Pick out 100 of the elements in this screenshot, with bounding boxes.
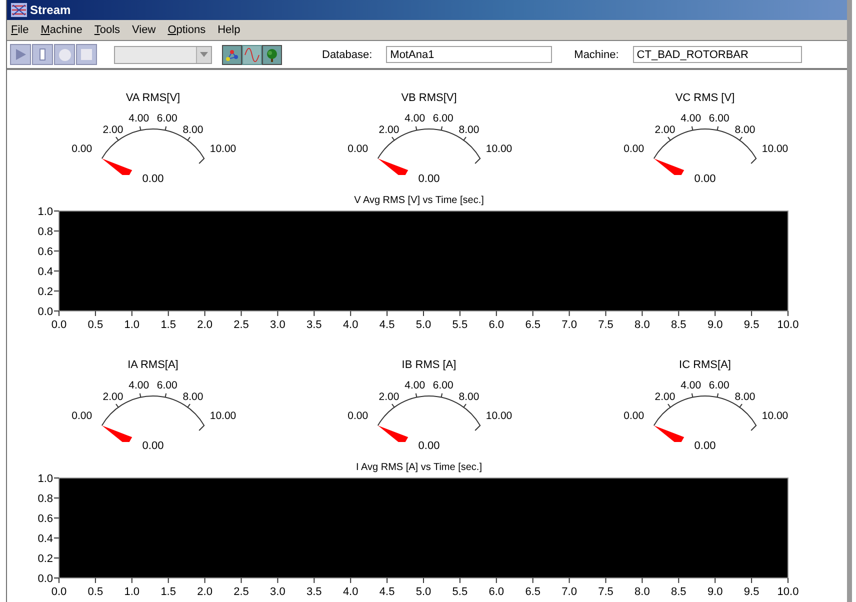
axis-tick-label: 1.0 <box>38 473 53 485</box>
database-field[interactable]: MotAna1 <box>386 46 552 63</box>
gauge-tick-label: 0.00 <box>348 410 368 422</box>
gauge-tick-label: 6.00 <box>708 112 730 124</box>
axis-tick-label: 0.4 <box>38 533 53 545</box>
gauge-title: VA RMS[V] <box>126 92 180 104</box>
chart-title: V Avg RMS [V] vs Time [sec.] <box>354 195 484 206</box>
toolbar-button[interactable] <box>10 44 31 65</box>
axis-tick-label: 0.6 <box>38 246 53 258</box>
gauge-tick-label: 10.00 <box>210 143 236 155</box>
gauge-tick-label: 4.00 <box>404 112 426 124</box>
app-icon <box>11 3 27 17</box>
menu-item[interactable]: Tools <box>94 24 120 36</box>
gauge-needle <box>654 158 684 175</box>
view-button[interactable] <box>242 44 262 64</box>
gauge-tick-label: 2.00 <box>378 390 400 403</box>
tree-icon <box>265 48 279 62</box>
gauge-tick-label: 2.00 <box>654 390 676 403</box>
gauge-needle <box>378 158 408 175</box>
axis-tick-label: 8.5 <box>671 586 686 598</box>
window-title: Stream <box>30 3 71 17</box>
gauge-needle <box>378 426 408 442</box>
axis-tick-label: 4.0 <box>342 319 358 331</box>
axis-tick-label: 10.0 <box>777 586 799 598</box>
gauge-tick-label: 2.00 <box>654 124 676 136</box>
toolbar-button[interactable] <box>54 44 75 65</box>
gauge-reading: 0.00 <box>142 440 164 452</box>
chart-title: I Avg RMS [A] vs Time [sec.] <box>356 462 482 473</box>
axis-tick-label: 3.5 <box>306 586 322 598</box>
field-label: Machine: <box>574 48 619 60</box>
gauge-tick-label: 0.00 <box>624 410 644 422</box>
gauge-tick-label: 10.00 <box>210 410 236 422</box>
axis-tick-label: 1.5 <box>160 586 176 598</box>
gauge-tick-label: 0.00 <box>72 410 92 422</box>
gauge-tick-label: 6.00 <box>708 379 730 392</box>
toolbar-button[interactable] <box>76 44 97 65</box>
gauge-tick-label: 2.00 <box>102 124 124 136</box>
menu-item[interactable]: Machine <box>40 24 82 36</box>
gauge-tick-label: 8.00 <box>458 390 480 403</box>
view-button[interactable] <box>222 44 242 64</box>
gauge-tick-label: 8.00 <box>734 124 756 136</box>
axis-tick-label: 6.0 <box>488 319 504 331</box>
axis-tick-label: 6.0 <box>488 586 504 598</box>
machine-field[interactable]: CT_BAD_ROTORBAR <box>632 46 802 63</box>
gauge-tick-label: 0.00 <box>624 143 644 155</box>
play-icon <box>14 48 27 61</box>
axis-tick-label: 0.8 <box>38 226 53 238</box>
axis-tick-label: 2.0 <box>197 586 212 598</box>
gauge-tick-label: 4.00 <box>404 379 426 392</box>
gauge-tick-label: 8.00 <box>182 124 204 136</box>
gauge-tick-label: 4.00 <box>680 112 702 124</box>
stop-icon <box>80 48 93 61</box>
dropdown[interactable] <box>114 46 212 64</box>
axis-tick-label: 9.0 <box>707 319 723 331</box>
gauge-tick-label: 2.00 <box>102 390 124 403</box>
field-label: Database: <box>322 48 372 60</box>
axis-tick-label: 9.5 <box>744 586 760 598</box>
axis-tick-label: 9.0 <box>707 586 723 598</box>
axis-tick-label: 3.5 <box>306 319 322 331</box>
menu-item[interactable]: File <box>11 24 29 36</box>
axis-tick-label: 0.6 <box>38 513 53 525</box>
network-icon <box>225 48 239 62</box>
axis-tick-label: 4.0 <box>342 586 358 598</box>
axis-tick-label: 1.0 <box>38 206 53 218</box>
gauge-title: VC RMS [V] <box>675 92 735 104</box>
gauge-tick-label: 8.00 <box>734 390 756 403</box>
axis-tick-label: 4.5 <box>379 319 395 331</box>
axis-tick-label: 0.2 <box>38 553 53 565</box>
menu-item[interactable]: Help <box>218 24 240 36</box>
axis-tick-label: 6.5 <box>525 586 540 598</box>
gauge-tick-label: 0.00 <box>348 143 368 155</box>
gauge-tick-label: 10.00 <box>486 143 512 155</box>
gauge-reading: 0.00 <box>418 440 440 452</box>
gauge-title: IB RMS [A] <box>402 359 456 371</box>
axis-tick-label: 1.0 <box>124 319 140 331</box>
axis-tick-label: 5.0 <box>416 319 432 331</box>
axis-tick-label: 0.5 <box>88 319 104 331</box>
axis-tick-label: 8.0 <box>634 586 650 598</box>
menu-item[interactable]: Options <box>168 24 206 36</box>
axis-tick-label: 3.0 <box>270 586 286 598</box>
gauge-reading: 0.00 <box>418 173 440 185</box>
axis-tick-label: 0.0 <box>38 573 53 585</box>
gauge-tick-label: 4.00 <box>128 112 150 124</box>
gauge-title: VB RMS[V] <box>401 92 457 104</box>
dropdown-arrow-icon <box>200 52 208 57</box>
menu-item[interactable]: View <box>132 24 156 36</box>
axis-tick-label: 5.5 <box>452 319 468 331</box>
sine-wave-icon <box>244 48 260 62</box>
view-button[interactable] <box>262 44 282 64</box>
gauge-title: IA RMS[A] <box>128 359 178 371</box>
axis-tick-label: 7.0 <box>562 586 577 598</box>
axis-tick-label: 1.5 <box>160 319 176 331</box>
gauge-needle <box>102 426 132 442</box>
axis-tick-label: 2.5 <box>234 586 249 598</box>
axis-tick-label: 0.4 <box>38 266 53 278</box>
axis-tick-label: 7.0 <box>562 319 577 331</box>
axis-tick-label: 10.0 <box>777 319 799 331</box>
gauge-reading: 0.00 <box>694 173 716 185</box>
toolbar-button[interactable] <box>32 44 53 65</box>
axis-tick-label: 0.8 <box>38 493 53 505</box>
